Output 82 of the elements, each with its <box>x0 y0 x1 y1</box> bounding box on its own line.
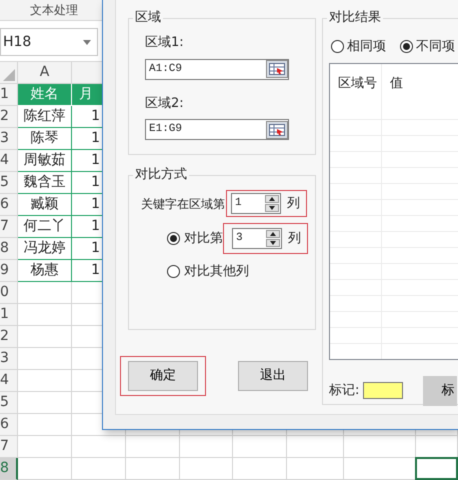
table-cell <box>126 436 180 458</box>
header-cell: 姓名 <box>18 84 72 106</box>
number-spin-field[interactable]: 1 <box>231 193 281 214</box>
table-cell <box>180 436 233 458</box>
table-cell <box>233 436 287 458</box>
option-label: 对比第 <box>184 230 223 248</box>
result-list[interactable]: 区域号 值 <box>329 62 458 360</box>
table-cell <box>180 458 233 480</box>
row-number[interactable]: 1 <box>0 304 18 326</box>
spin-value: 1 <box>235 196 242 212</box>
row-number[interactable]: 5 <box>0 172 18 194</box>
name-box-value: H18 <box>3 32 32 52</box>
row-number[interactable]: 3 <box>0 128 18 150</box>
radio-button[interactable] <box>400 40 413 54</box>
range-select-button[interactable] <box>266 120 288 138</box>
spin-up-button[interactable] <box>266 230 280 238</box>
name-box[interactable]: H18 <box>0 28 98 56</box>
dialog-button[interactable]: 退出 <box>238 361 308 391</box>
table-cell: 陈琴 <box>18 128 72 150</box>
range-value: A1:C9 <box>149 62 182 77</box>
row-number[interactable]: 4 <box>0 370 18 392</box>
radio-button[interactable] <box>331 40 344 54</box>
table-cell <box>18 458 72 480</box>
row-number[interactable]: 8 <box>0 458 18 480</box>
table-cell <box>287 436 344 458</box>
table-cell: 周敏茹 <box>18 150 72 172</box>
table-cell <box>126 458 180 480</box>
row-number[interactable]: 9 <box>0 260 18 282</box>
unit-label: 列 <box>287 194 300 213</box>
field-label: 区域2: <box>145 94 184 112</box>
row-number[interactable]: 3 <box>0 348 18 370</box>
unit-label: 列 <box>288 230 301 248</box>
range-value: E1:G9 <box>149 122 182 138</box>
field-label: 区域1: <box>145 34 184 52</box>
table-arrow-icon <box>269 124 285 136</box>
table-cell <box>344 436 416 458</box>
table-cell <box>18 414 72 436</box>
table-cell: 陈红萍 <box>18 106 72 128</box>
table-cell <box>18 436 72 458</box>
mark-label: 标记: <box>329 382 360 400</box>
row-number[interactable]: 4 <box>0 150 18 172</box>
spin-value: 3 <box>236 231 243 246</box>
range-input-field[interactable]: A1:C9 <box>145 58 289 80</box>
ribbon-group-label: 文本处理 <box>30 3 78 17</box>
range-select-button[interactable] <box>266 60 288 78</box>
dialog-button[interactable]: 确定 <box>128 361 198 391</box>
row-number[interactable]: 7 <box>0 216 18 238</box>
spin-down-button[interactable] <box>265 204 279 212</box>
row-number[interactable]: 6 <box>0 194 18 216</box>
table-cell <box>233 458 287 480</box>
spin-up-button[interactable] <box>265 195 279 203</box>
table-arrow-icon <box>269 63 285 75</box>
row-number[interactable]: 7 <box>0 436 18 458</box>
table-cell <box>72 436 126 458</box>
row-number[interactable]: 8 <box>0 238 18 260</box>
row-number[interactable]: 1 <box>0 84 18 106</box>
spin-down-button[interactable] <box>266 239 280 247</box>
row-number[interactable]: 2 <box>0 106 18 128</box>
row-number[interactable]: 2 <box>0 326 18 348</box>
table-cell: 何二丫 <box>18 216 72 238</box>
mark-button[interactable]: 标 <box>423 376 458 406</box>
table-cell: 冯龙婷 <box>18 238 72 260</box>
row-number[interactable]: 0 <box>0 282 18 304</box>
color-swatch[interactable] <box>363 382 404 399</box>
row-number[interactable]: 6 <box>0 414 18 436</box>
radio-button[interactable] <box>167 232 180 245</box>
table-cell: 魏含玉 <box>18 172 72 194</box>
table-cell <box>72 458 126 480</box>
column-header[interactable]: A <box>18 62 72 84</box>
table-cell: 杨惠 <box>18 260 72 282</box>
dropdown-arrow-icon[interactable] <box>83 40 91 44</box>
table-cell <box>287 458 344 480</box>
option-label: 不同项 <box>416 38 455 56</box>
column-header[interactable]: 值 <box>382 74 403 94</box>
table-cell: 臧颖 <box>18 194 72 216</box>
key-column-label: 关键字在区域第 <box>140 196 225 212</box>
row-number[interactable]: 5 <box>0 392 18 414</box>
option-label: 相同项 <box>347 38 386 56</box>
option-label: 对比其他列 <box>184 263 249 281</box>
number-spin-field[interactable]: 3 <box>232 228 282 249</box>
range-input-field[interactable]: E1:G9 <box>145 119 289 140</box>
radio-button[interactable] <box>167 265 180 278</box>
